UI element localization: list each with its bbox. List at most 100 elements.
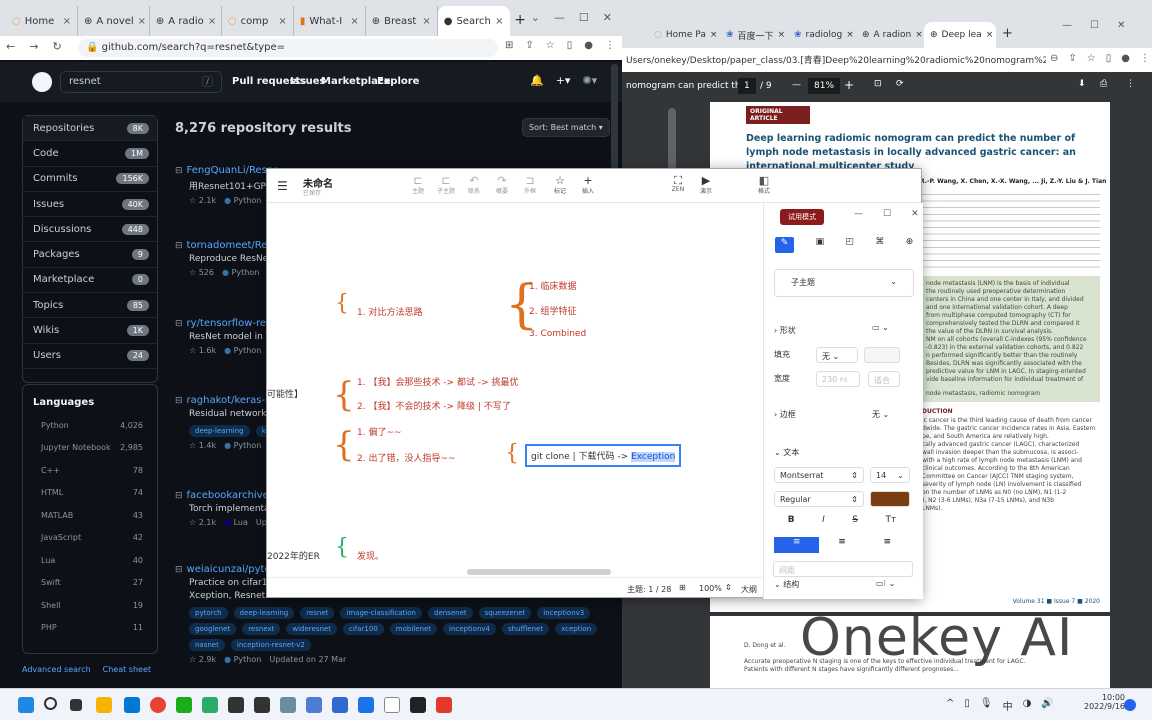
link-icon[interactable]: ⌘ <box>875 237 884 253</box>
text-color-swatch[interactable] <box>870 491 910 507</box>
topic-tag[interactable]: squeezenet <box>478 607 532 619</box>
language-filter-item[interactable]: Lua 40 <box>23 549 157 572</box>
tab-home-pa[interactable]: ◌ Home Pa × <box>648 22 720 48</box>
minimize-icon[interactable]: — <box>554 11 565 24</box>
trial-mode-button[interactable]: 试用模式 <box>780 209 824 225</box>
shape-select[interactable]: ▭ ⌄ <box>872 323 889 332</box>
profile-icon[interactable]: ● <box>584 40 593 51</box>
close-icon[interactable]: × <box>278 16 286 27</box>
topic-combined[interactable]: 3. Combined <box>529 329 586 339</box>
zoom-out-icon[interactable]: — <box>792 80 801 90</box>
close-icon[interactable]: × <box>986 30 994 40</box>
github-search-input[interactable]: resnet / <box>60 71 222 93</box>
cheat-sheet-link[interactable]: Cheat sheet <box>103 665 151 674</box>
toolbar-button[interactable]: ⛶ ZEN <box>665 174 691 193</box>
zoom-in-icon[interactable]: + <box>844 78 854 92</box>
zoom-icon[interactable]: ⊖ <box>1050 53 1058 64</box>
close-icon[interactable]: × <box>208 16 216 27</box>
spacing-select[interactable]: 间距 <box>773 561 913 577</box>
typora-icon[interactable] <box>384 697 400 713</box>
sidebar-item-code[interactable]: Code 1M <box>23 141 157 167</box>
toolbar-button[interactable]: + 插入 <box>575 174 601 195</box>
wechat-icon[interactable] <box>176 697 192 713</box>
terminal-icon[interactable] <box>228 697 244 713</box>
repo-stars[interactable]: ☆ 526 <box>189 268 214 277</box>
topic-tag[interactable]: inception-resnet-v2 <box>230 639 311 651</box>
app-dark-icon[interactable] <box>254 697 270 713</box>
topic-tag[interactable]: resnet <box>300 607 335 619</box>
repo-link[interactable]: ry/tensorflow-resn <box>187 318 278 329</box>
new-tab-button[interactable]: + <box>1002 26 1013 41</box>
topic-compare-methods[interactable]: 1. 对比方法思路 <box>357 305 422 318</box>
close-icon[interactable]: × <box>350 16 358 27</box>
star-icon[interactable]: ☆ <box>1087 53 1096 64</box>
toolbar-button[interactable]: ☆ 标记 <box>547 174 573 195</box>
avatar[interactable]: ✺▾ <box>582 74 597 87</box>
zoom-level[interactable]: 81% <box>808 78 841 94</box>
topic-2022-er[interactable]: 2022年的ER <box>267 549 320 562</box>
volume-icon[interactable]: 🔊 <box>1041 698 1053 713</box>
align-right-icon[interactable]: ≡ <box>865 537 910 553</box>
tab-search[interactable]: ● Search × <box>437 6 510 36</box>
outline-icon[interactable]: ⊞ <box>679 583 686 592</box>
task-view-icon[interactable] <box>70 699 82 711</box>
xmind-icon[interactable] <box>436 697 452 713</box>
url-field[interactable]: 🔒 github.com/search?q=resnet&type= <box>78 39 498 57</box>
repo-stars[interactable]: ☆ 2.9k <box>189 655 216 664</box>
lock-icon[interactable]: ⊕ <box>906 237 914 253</box>
network-icon[interactable]: ◑ <box>1023 698 1032 713</box>
topic-known-tech[interactable]: 1. 【我】会那些技术 -> 都试 -> 挑最优 <box>357 375 518 388</box>
maximize-icon[interactable]: ☐ <box>579 11 589 24</box>
topic-tag[interactable]: inceptionv3 <box>537 607 591 619</box>
border-select[interactable]: 无 ⌄ <box>872 409 889 420</box>
more-icon[interactable]: ⋮ <box>1126 79 1135 89</box>
close-icon[interactable]: × <box>915 30 923 40</box>
download-icon[interactable]: ⬇ <box>1078 79 1086 89</box>
topic-git-clone-selected[interactable]: git clone | 下载代码 -> Exception <box>525 444 682 467</box>
plus-icon[interactable]: +▾ <box>556 74 571 87</box>
tab-novel[interactable]: ⊕ A novel × <box>77 6 150 36</box>
fill-color-swatch[interactable] <box>864 347 900 363</box>
app-blue-icon[interactable] <box>306 697 322 713</box>
vscode-icon[interactable] <box>124 697 140 713</box>
sidebar-item-repositories[interactable]: Repositories 8K <box>23 116 157 142</box>
topic-tag[interactable]: deep-learning <box>233 607 295 619</box>
reload-icon[interactable]: ↻ <box>52 40 61 53</box>
advanced-search-link[interactable]: Advanced search <box>22 665 91 674</box>
align-left-icon[interactable]: ≡ <box>774 537 820 553</box>
sidebar-item-packages[interactable]: Packages 9 <box>23 242 157 268</box>
sort-button[interactable]: Sort: Best match ▾ <box>522 118 610 137</box>
topic-error-no-guidance[interactable]: 2. 出了错，没人指导~~ <box>357 451 456 464</box>
clock[interactable]: 10:00 2022/9/16 <box>1084 693 1125 711</box>
forward-icon[interactable]: → <box>29 40 38 53</box>
fit-page-icon[interactable]: ⊡ <box>874 79 882 89</box>
close-icon[interactable]: × <box>495 16 503 27</box>
language-filter-item[interactable]: Python 4,026 <box>23 414 157 437</box>
note-icon[interactable]: ◰ <box>846 237 855 253</box>
topic-tag[interactable]: image-classification <box>340 607 422 619</box>
topic-type-select[interactable]: 子主题 ⌄ <box>774 269 914 297</box>
topic-tag[interactable]: mobilenet <box>389 623 438 635</box>
github-logo-icon[interactable] <box>32 72 52 92</box>
outline-label[interactable]: 大纲 <box>741 584 757 595</box>
repo-stars[interactable]: ☆ 2.1k <box>189 518 216 527</box>
notification-icon[interactable] <box>1124 699 1136 711</box>
sidebar-icon[interactable]: ▯ <box>567 40 573 51</box>
repo-stars[interactable]: ☆ 1.6k <box>189 346 216 355</box>
toolbar-button[interactable]: ⊐ 外框 <box>517 174 543 195</box>
close-icon[interactable]: ✕ <box>603 11 612 24</box>
close-icon[interactable]: ✕ <box>911 209 919 219</box>
language-filter-item[interactable]: Swift 27 <box>23 572 157 595</box>
sidebar-item-commits[interactable]: Commits 156K <box>23 167 157 192</box>
share-icon[interactable]: ⇪ <box>1068 53 1076 64</box>
rotate-icon[interactable]: ⟳ <box>896 79 904 89</box>
width-input[interactable]: 230 PX <box>816 371 860 387</box>
sidebar-item-wikis[interactable]: Wikis 1K <box>23 318 157 344</box>
language-filter-item[interactable]: Shell 19 <box>23 594 157 617</box>
topic-tag[interactable]: wideresnet <box>286 623 337 635</box>
tab-radiolog[interactable]: ❀ radiolog × <box>788 22 856 48</box>
tab-what[interactable]: ▮ What-I × <box>293 6 366 36</box>
font-weight-select[interactable]: Regular ⇕ <box>774 491 864 507</box>
new-tab-button[interactable]: + <box>510 6 531 36</box>
close-icon[interactable]: × <box>710 30 718 40</box>
